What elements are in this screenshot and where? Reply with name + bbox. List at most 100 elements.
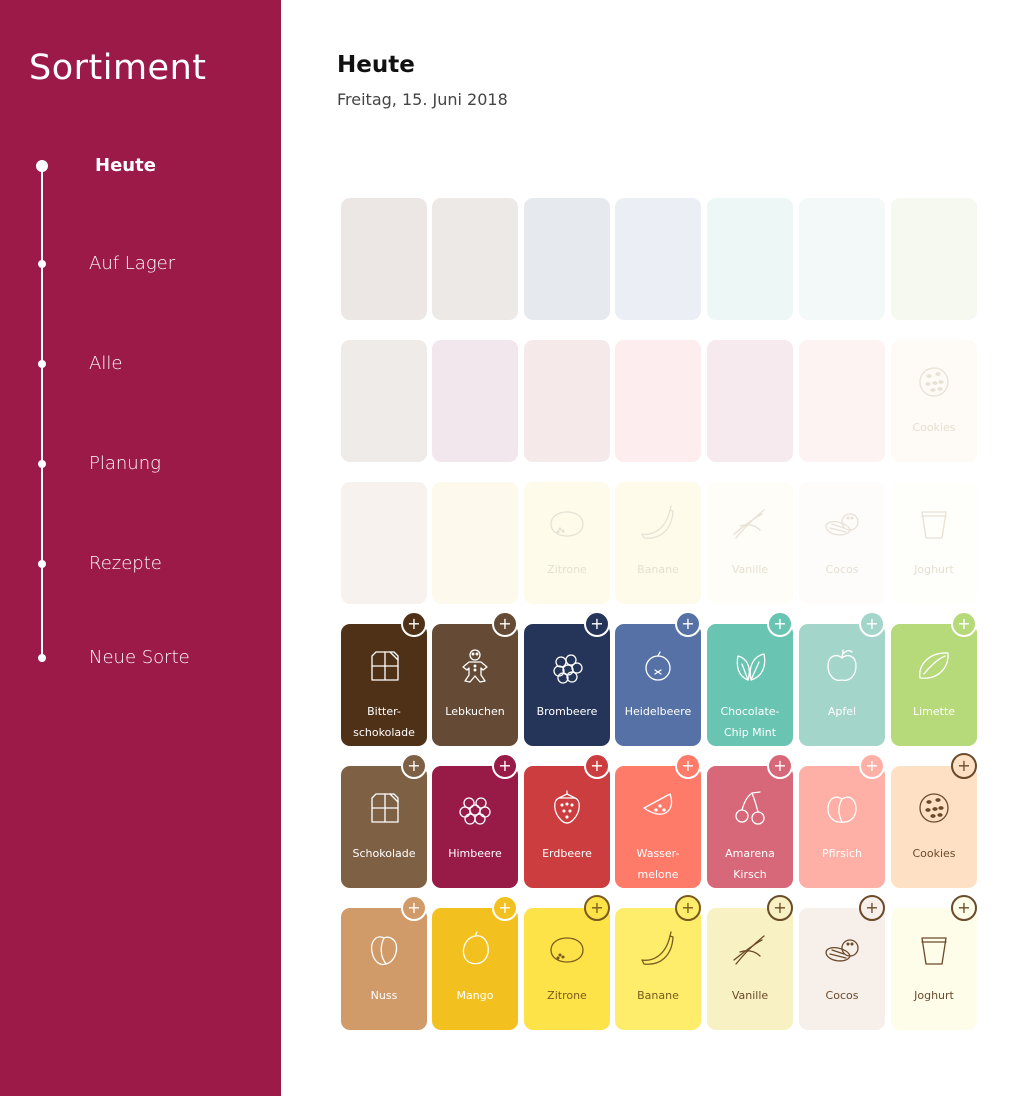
ghost-flavor-tile: [341, 198, 427, 320]
nav-item-planung[interactable]: Planung: [0, 444, 281, 484]
add-button[interactable]: +: [675, 753, 701, 779]
timeline-dot: [38, 654, 46, 662]
flavor-tile[interactable]: Zitrone: [524, 908, 610, 1030]
cookie-icon: [914, 362, 954, 402]
add-button[interactable]: +: [675, 611, 701, 637]
ghost-flavor-tile: [707, 340, 793, 462]
flavor-tile[interactable]: Bitter- schokolade: [341, 624, 427, 746]
ghost-flavor-tile: Joghurt: [891, 482, 977, 604]
flavor-label: Brombeere: [536, 705, 598, 718]
flavor-label: Apfel: [827, 705, 857, 718]
flavor-tile[interactable]: Heidelbeere: [615, 624, 701, 746]
flavor-tile[interactable]: Wasser- melone: [615, 766, 701, 888]
nav-label: Planung: [89, 453, 161, 474]
flavor-label: Joghurt: [914, 989, 954, 1002]
flavor-tile[interactable]: Lebkuchen: [432, 624, 518, 746]
nav-label: Auf Lager: [89, 253, 176, 274]
add-button[interactable]: +: [675, 895, 701, 921]
coconut-icon: [822, 930, 862, 970]
add-button[interactable]: +: [584, 895, 610, 921]
ghost-flavor-tile: [341, 482, 427, 604]
ghost-flavor-tile: Vanille: [707, 482, 793, 604]
vanilla-icon: [730, 504, 770, 544]
nav-item-neue-sorte[interactable]: Neue Sorte: [0, 638, 281, 678]
flavor-label: Cocos: [825, 989, 859, 1002]
nav-item-auf-lager[interactable]: Auf Lager: [0, 244, 281, 284]
add-button[interactable]: +: [401, 895, 427, 921]
cookie-icon: [914, 788, 954, 828]
ghost-flavor-tile: [799, 340, 885, 462]
flavor-tile[interactable]: Brombeere: [524, 624, 610, 746]
page-title: Heute: [337, 52, 415, 78]
flavor-label: Cookies: [912, 847, 956, 860]
flavor-label: Limette: [912, 705, 956, 718]
flavor-label: Vanille: [731, 563, 769, 576]
flavor-tile[interactable]: Nuss: [341, 908, 427, 1030]
add-button[interactable]: +: [767, 895, 793, 921]
ghost-flavor-tile: [707, 198, 793, 320]
flavor-label: Cookies: [912, 421, 956, 434]
flavor-tile[interactable]: Mango: [432, 908, 518, 1030]
lemon-icon: [547, 504, 587, 544]
flavor-tile[interactable]: Himbeere: [432, 766, 518, 888]
nav-item-alle[interactable]: Alle: [0, 344, 281, 384]
flavor-label: Himbeere: [448, 847, 502, 860]
flavor-label: Erdbeere: [542, 847, 592, 860]
add-button[interactable]: +: [859, 611, 885, 637]
flavor-tile[interactable]: Apfel: [799, 624, 885, 746]
add-button[interactable]: +: [492, 611, 518, 637]
nav-item-rezepte[interactable]: Rezepte: [0, 544, 281, 584]
ghost-flavor-tile: [891, 198, 977, 320]
peach-icon: [822, 788, 862, 828]
add-button[interactable]: +: [492, 753, 518, 779]
chocolate-icon: [364, 788, 404, 828]
add-button[interactable]: +: [584, 611, 610, 637]
add-button[interactable]: +: [492, 895, 518, 921]
flavor-tile[interactable]: Cookies: [891, 766, 977, 888]
add-button[interactable]: +: [401, 753, 427, 779]
chocolate-icon: [364, 646, 404, 686]
flavor-label: Zitrone: [547, 989, 587, 1002]
ghost-flavor-tile: [432, 198, 518, 320]
mango-icon: [455, 930, 495, 970]
timeline-dot-active: [36, 160, 48, 172]
ghost-flavor-tile: [432, 340, 518, 462]
flavor-tile[interactable]: Joghurt: [891, 908, 977, 1030]
add-button[interactable]: +: [767, 611, 793, 637]
add-button[interactable]: +: [859, 895, 885, 921]
banana-icon: [638, 504, 678, 544]
ghost-flavor-tile: [615, 340, 701, 462]
gingerbread-icon: [455, 646, 495, 686]
flavor-label: Schokolade: [352, 847, 416, 860]
coconut-icon: [822, 504, 862, 544]
flavor-tile[interactable]: Erdbeere: [524, 766, 610, 888]
flavor-label: Chocolate- Chip Mint: [720, 705, 780, 739]
flavor-tile[interactable]: Limette: [891, 624, 977, 746]
add-button[interactable]: +: [859, 753, 885, 779]
add-button[interactable]: +: [584, 753, 610, 779]
cherry-icon: [730, 788, 770, 828]
add-button[interactable]: +: [951, 611, 977, 637]
ghost-flavor-tile: Banane: [615, 482, 701, 604]
flavor-tile[interactable]: Chocolate- Chip Mint: [707, 624, 793, 746]
flavor-tile[interactable]: Schokolade: [341, 766, 427, 888]
timeline-dot: [38, 560, 46, 568]
ghost-flavor-tile: Cookies: [891, 340, 977, 462]
add-button[interactable]: +: [401, 611, 427, 637]
flavor-tile[interactable]: Pfirsich: [799, 766, 885, 888]
flavor-tile[interactable]: Amarena Kirsch: [707, 766, 793, 888]
banana-icon: [638, 930, 678, 970]
nav-item-heute[interactable]: Heute: [0, 146, 281, 186]
add-button[interactable]: +: [951, 753, 977, 779]
add-button[interactable]: +: [951, 895, 977, 921]
add-button[interactable]: +: [767, 753, 793, 779]
blueberry-icon: [638, 646, 678, 686]
flavor-tile[interactable]: Vanille: [707, 908, 793, 1030]
timeline-dot: [38, 360, 46, 368]
ghost-flavor-tile: Zitrone: [524, 482, 610, 604]
lemon-icon: [547, 930, 587, 970]
watermelon-icon: [638, 788, 678, 828]
flavor-tile[interactable]: Cocos: [799, 908, 885, 1030]
flavor-label: Joghurt: [914, 563, 954, 576]
flavor-tile[interactable]: Banane: [615, 908, 701, 1030]
